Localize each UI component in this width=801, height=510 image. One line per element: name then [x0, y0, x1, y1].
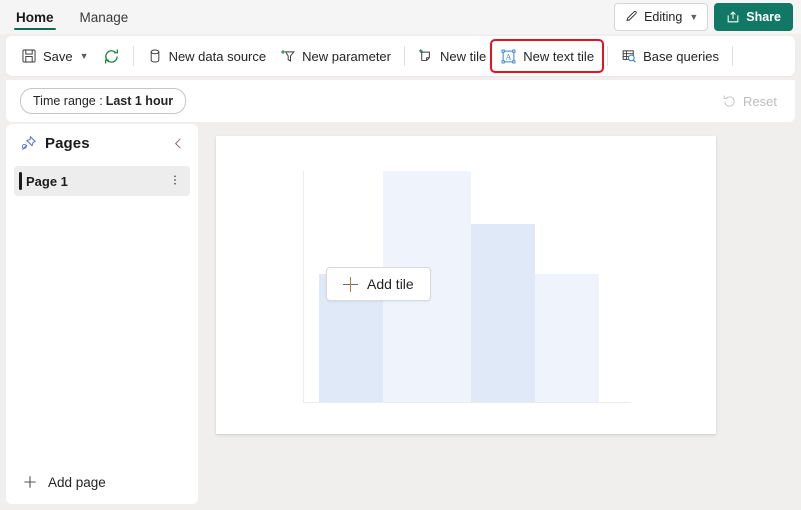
dashboard-app: Home Manage Editing ▼ Share Save ▼ New d…: [0, 0, 801, 510]
note-add-icon: [418, 48, 434, 64]
filter-bar: Time range : Last 1 hour Reset: [6, 80, 795, 122]
add-tile-label: Add tile: [367, 276, 414, 292]
time-range-prefix: Time range :: [33, 94, 103, 108]
page-list-item[interactable]: Page 1: [14, 166, 190, 196]
editing-mode-button[interactable]: Editing ▼: [614, 3, 709, 31]
table-search-icon: [621, 48, 637, 64]
share-button[interactable]: Share: [714, 3, 793, 31]
save-icon: [21, 48, 37, 64]
chart-y-axis: [303, 171, 304, 402]
page-item-label: Page 1: [26, 173, 68, 189]
new-parameter-button[interactable]: New parameter: [273, 42, 398, 70]
filter-add-icon: [280, 48, 296, 64]
new-data-source-label: New data source: [168, 48, 267, 64]
command-bar: Save ▼ New data source New parameter New…: [6, 36, 795, 76]
pencil-icon: [624, 10, 638, 24]
time-range-value: Last 1 hour: [105, 94, 174, 108]
base-queries-button[interactable]: Base queries: [614, 42, 726, 70]
base-queries-label: Base queries: [643, 48, 719, 64]
new-parameter-label: New parameter: [302, 48, 391, 64]
plus-icon: [22, 474, 38, 490]
toolbar-divider: [607, 46, 609, 66]
new-text-tile-label: New text tile: [523, 48, 595, 64]
chart-x-axis: [303, 402, 631, 403]
tab-manage[interactable]: Manage: [70, 0, 139, 34]
toolbar-divider: [731, 46, 733, 66]
empty-tile-card: Add tile: [216, 136, 716, 434]
save-button[interactable]: Save ▼: [14, 42, 96, 70]
new-data-source-button[interactable]: New data source: [140, 42, 274, 70]
reset-icon: [722, 94, 737, 109]
add-tile-button[interactable]: Add tile: [326, 267, 431, 301]
add-page-button[interactable]: Add page: [6, 460, 198, 504]
svg-text:A: A: [506, 52, 512, 61]
reset-label: Reset: [743, 93, 777, 109]
time-range-filter[interactable]: Time range : Last 1 hour: [20, 88, 187, 114]
pages-panel-header: Pages: [6, 124, 198, 162]
ribbon-right-actions: Editing ▼ Share: [614, 3, 793, 31]
refresh-button[interactable]: [96, 42, 127, 70]
more-vertical-icon[interactable]: [168, 173, 182, 189]
editing-label: Editing: [644, 10, 683, 24]
text-box-icon: A: [500, 48, 517, 65]
tab-home[interactable]: Home: [6, 0, 64, 34]
pages-panel-title: Pages: [45, 134, 90, 152]
ribbon-tabstrip: Home Manage Editing ▼ Share: [0, 0, 801, 34]
chevron-down-icon: ▼: [689, 12, 699, 22]
dashboard-canvas: Add tile: [200, 124, 801, 510]
database-icon: [147, 48, 163, 64]
plus-icon: [343, 276, 358, 292]
toolbar-divider: [404, 46, 405, 66]
pages-panel: Pages Page 1 Add page: [6, 124, 198, 504]
chart-bar: [535, 274, 599, 402]
chevron-down-icon: ▼: [79, 51, 89, 61]
new-tile-label: New tile: [440, 48, 487, 64]
toolbar-divider: [132, 46, 134, 66]
reset-filters-button[interactable]: Reset: [722, 94, 781, 109]
chart-bar: [471, 224, 535, 402]
selected-indicator: [19, 172, 22, 190]
pin-off-icon[interactable]: [20, 135, 37, 152]
tab-manage-label: Manage: [79, 9, 129, 25]
new-text-tile-button[interactable]: A New text tile: [490, 39, 605, 73]
share-label: Share: [746, 10, 781, 24]
add-page-label: Add page: [48, 474, 106, 490]
tab-home-label: Home: [16, 9, 54, 25]
save-label: Save: [43, 48, 73, 64]
new-tile-button[interactable]: New tile: [411, 42, 493, 70]
share-icon: [726, 10, 740, 24]
chevron-left-icon[interactable]: [171, 136, 186, 151]
refresh-icon: [103, 48, 120, 65]
